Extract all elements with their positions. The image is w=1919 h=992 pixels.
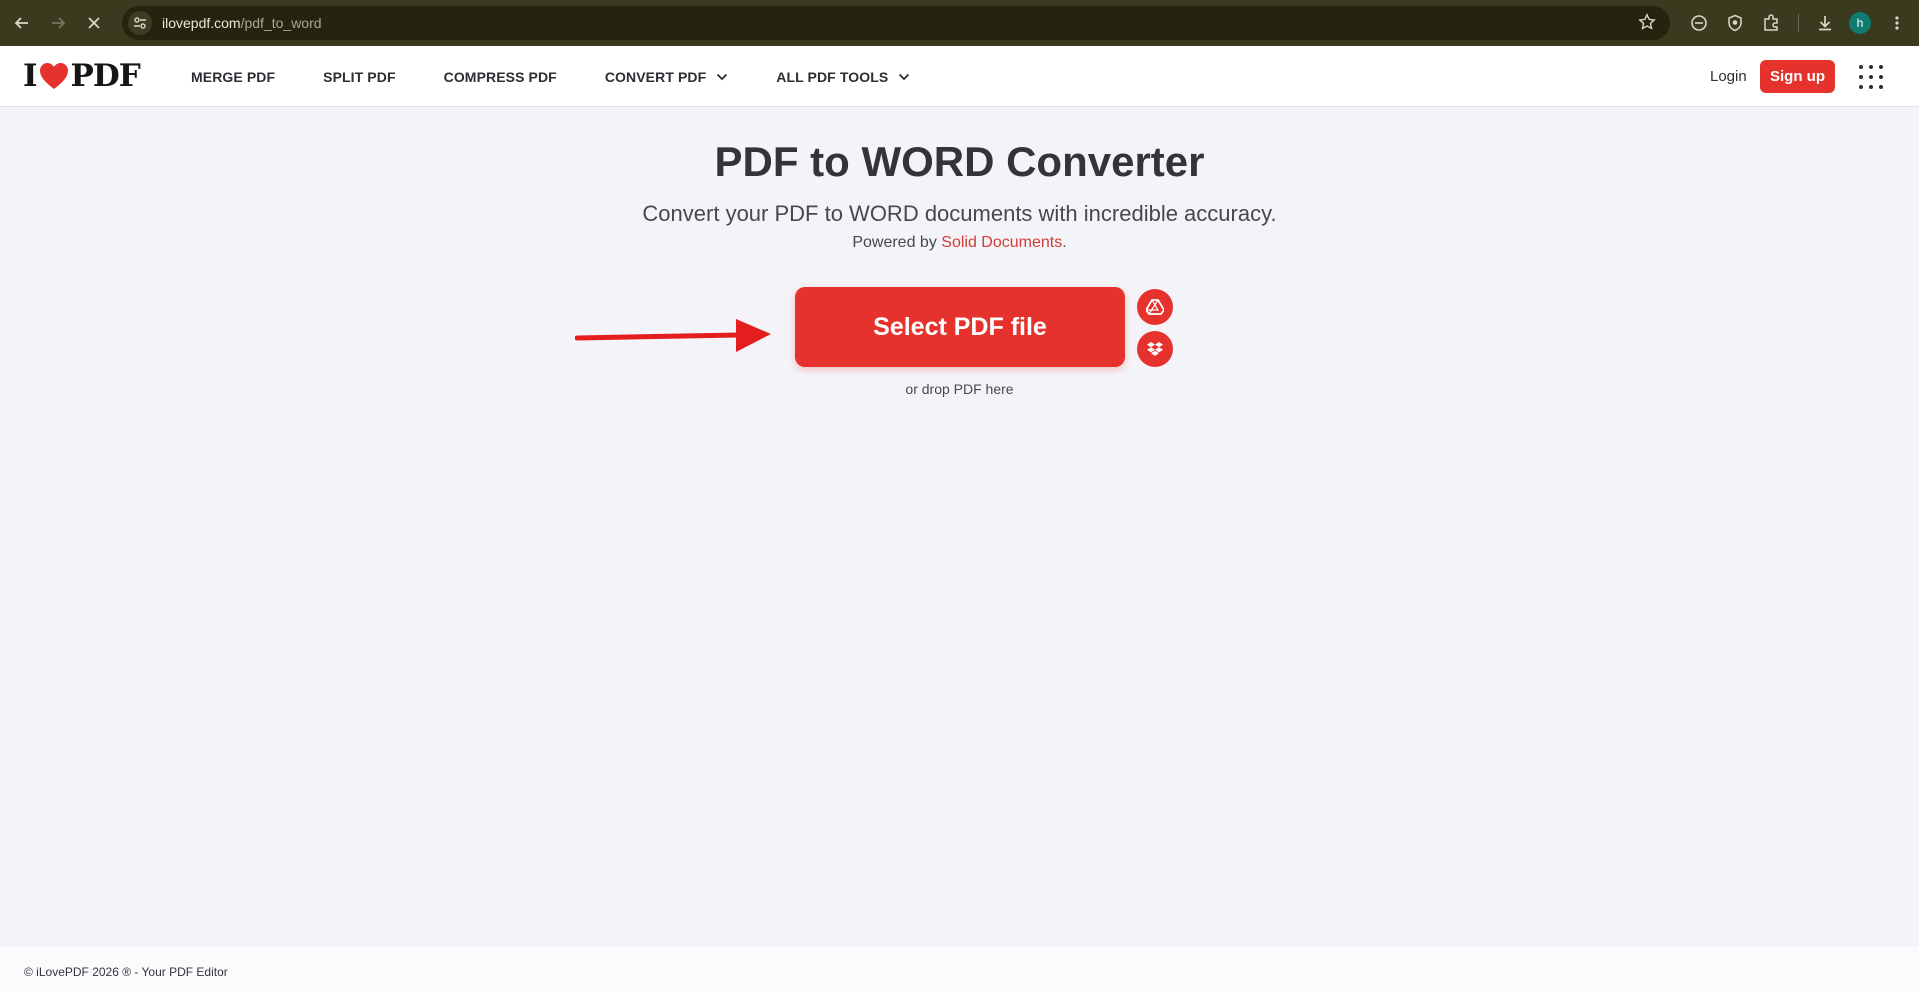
annotation-arrow [575,319,771,352]
solid-documents-link[interactable]: Solid Documents [941,234,1062,251]
page-title: PDF to WORD Converter [714,138,1205,185]
chevron-down-icon [717,73,728,80]
url-path: /pdf_to_word [240,15,322,31]
powered-suffix: . [1062,234,1067,251]
bookmark-star-icon[interactable] [1638,13,1656,36]
nav-compress-pdf[interactable]: COMPRESS PDF [444,69,557,85]
back-arrow-icon[interactable] [8,9,36,37]
extension-icon[interactable] [1686,10,1712,36]
nav-all-pdf-tools[interactable]: ALL PDF TOOLS [776,69,910,85]
login-link[interactable]: Login [1710,68,1747,85]
nav-label: SPLIT PDF [323,68,396,85]
nav-label: COMPRESS PDF [443,68,557,85]
downloads-icon[interactable] [1812,10,1838,36]
toolbar-divider [1798,14,1799,32]
more-vert-icon[interactable] [1884,10,1910,36]
drop-hint: or drop PDF here [905,381,1014,397]
nav-merge-pdf[interactable]: MERGE PDF [191,69,275,85]
url-host: ilovepdf.com [162,15,241,31]
nav-convert-pdf[interactable]: CONVERT PDF [605,69,728,85]
footer-copyright: © iLovePDF 2026 ® - Your PDF Editor [24,965,228,979]
logo-wordmark: PDF [70,58,141,94]
nav-label: MERGE PDF [191,68,276,85]
ilovepdf-logo[interactable]: I PDF [23,58,141,94]
nav-split-pdf[interactable]: SPLIT PDF [323,69,395,85]
nav-label: CONVERT PDF [604,68,707,85]
select-pdf-file-button[interactable]: Select PDF file [795,287,1125,367]
shield-extension-icon[interactable] [1722,10,1748,36]
forward-arrow-icon[interactable] [44,9,72,37]
google-drive-button[interactable] [1137,289,1173,325]
powered-by: Powered by Solid Documents. [0,234,1919,252]
dropbox-icon [1147,342,1163,356]
main-navigation: MERGE PDF SPLIT PDF COMPRESS PDF CONVERT… [191,46,958,107]
logo-letter: I [23,58,37,94]
stop-loading-icon[interactable] [80,9,108,37]
nav-label: ALL PDF TOOLS [776,68,889,85]
dropbox-button[interactable] [1137,331,1173,367]
address-bar[interactable]: ilovepdf.com/pdf_to_word [122,6,1670,40]
heart-icon [39,63,68,89]
site-footer: © iLovePDF 2026 ® - Your PDF Editor [0,947,1919,992]
profile-avatar[interactable]: h [1849,12,1871,34]
puzzle-extension-icon[interactable] [1758,10,1784,36]
browser-toolbar: ilovepdf.com/pdf_to_word h [0,0,1919,46]
chevron-down-icon [899,73,910,80]
url-text: ilovepdf.com/pdf_to_word [162,15,322,31]
signup-button[interactable]: Sign up [1760,60,1835,93]
powered-prefix: Powered by [852,234,942,251]
site-settings-icon[interactable] [128,11,152,35]
page-subtitle: Convert your PDF to WORD documents with … [642,201,1277,226]
apps-grid-icon[interactable] [1859,65,1883,89]
google-drive-icon [1146,299,1164,315]
site-header: I PDF MERGE PDF SPLIT PDF COMPRESS PDF C… [0,46,1919,107]
